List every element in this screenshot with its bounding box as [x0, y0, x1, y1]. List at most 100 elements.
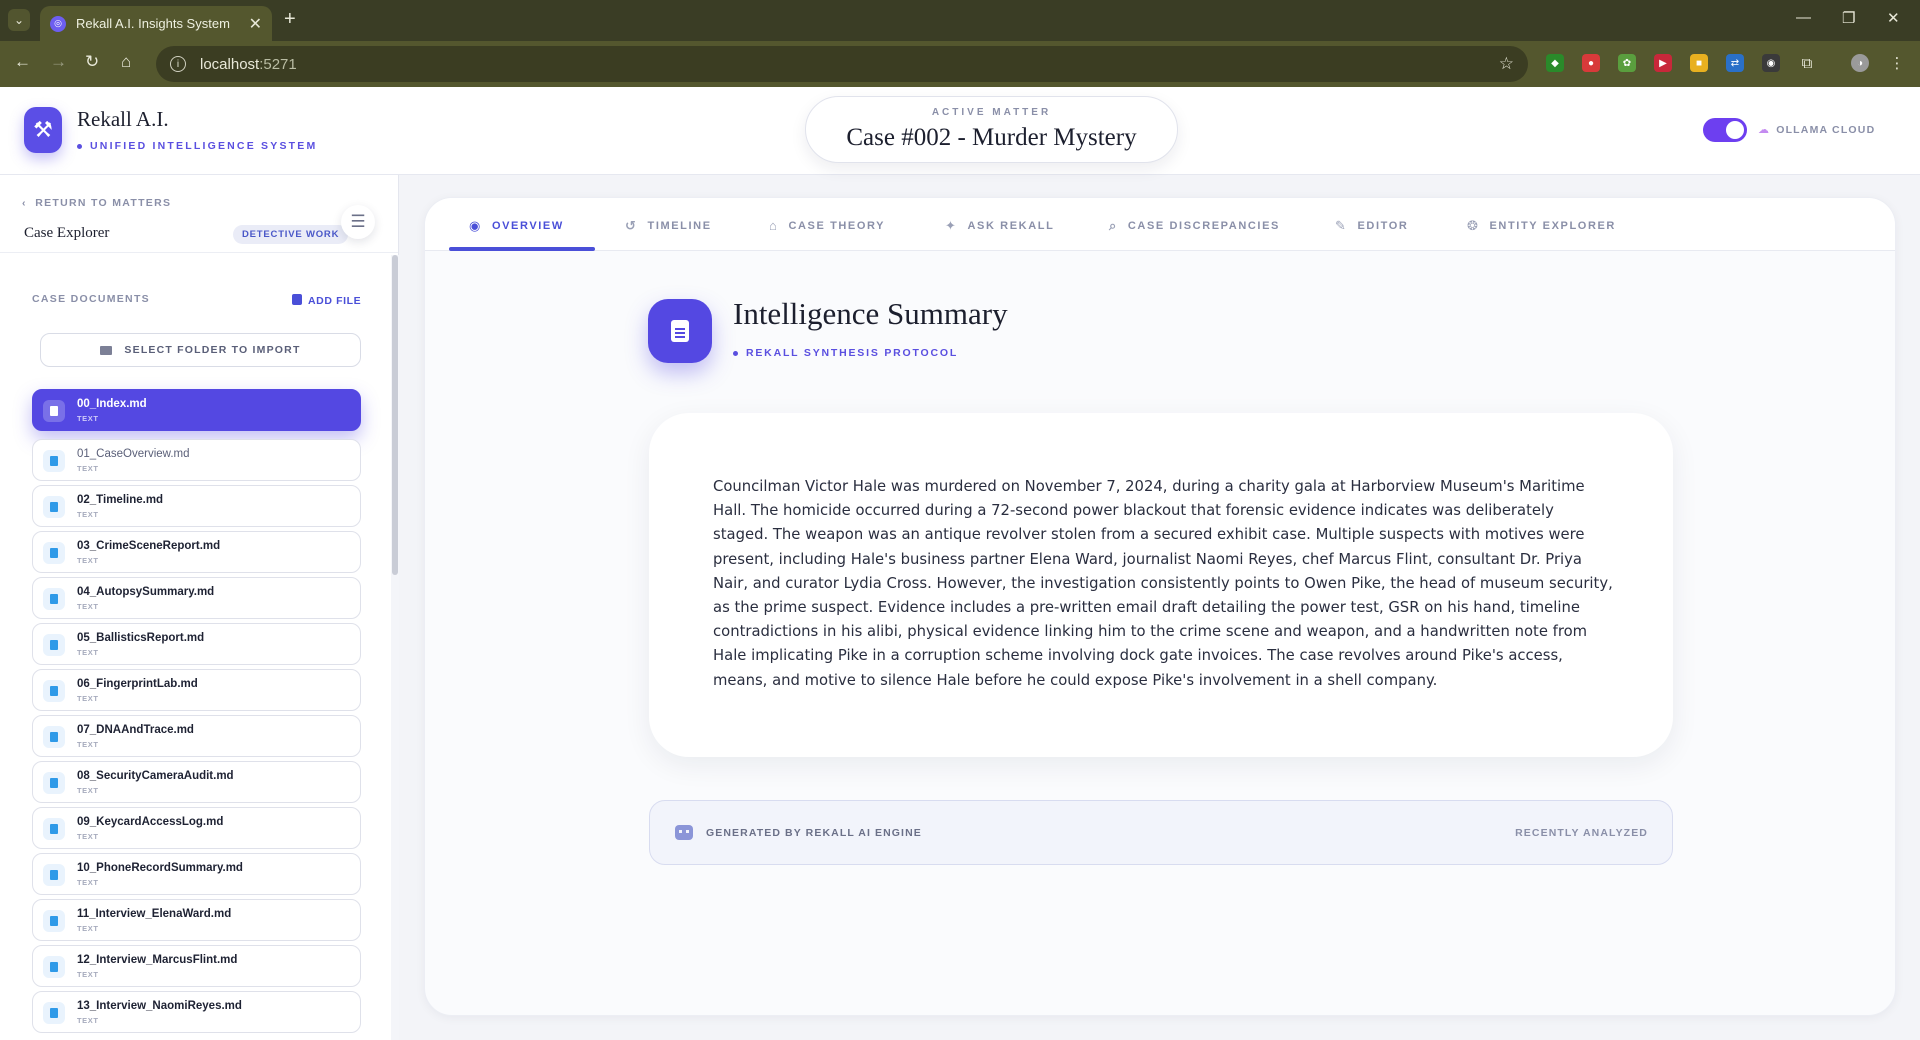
tab-editor[interactable]: ✎ EDITOR: [1335, 218, 1408, 234]
minimize-icon[interactable]: —: [1796, 9, 1811, 26]
file-icon: [43, 956, 65, 978]
tab-ask-rekall[interactable]: ✦ ASK REKALL: [945, 218, 1054, 234]
case-documents-label: CASE DOCUMENTS: [32, 293, 150, 305]
cloud-icon: ☁: [1758, 124, 1771, 136]
extensions-puzzle-icon[interactable]: ⧉: [1798, 54, 1816, 72]
file-item[interactable]: 10_PhoneRecordSummary.md TEXT: [32, 853, 361, 895]
summary-document-icon: [648, 299, 712, 363]
provider-label-text: OLLAMA CLOUD: [1776, 124, 1876, 136]
extension-icon[interactable]: ✿: [1618, 54, 1636, 72]
menu-collapse-icon: ☰: [350, 212, 366, 231]
file-item[interactable]: 03_CrimeSceneReport.md TEXT: [32, 531, 361, 573]
reload-icon[interactable]: ↻: [85, 52, 99, 72]
toggle-knob: [1726, 121, 1744, 139]
tab-case-discrepancies[interactable]: ⌕ CASE DISCREPANCIES: [1109, 218, 1280, 234]
file-type: TEXT: [77, 832, 99, 841]
tab-overview[interactable]: ◉ OVERVIEW: [469, 218, 564, 234]
sidebar-scrollbar[interactable]: [391, 255, 399, 1040]
back-icon[interactable]: ←: [14, 52, 31, 72]
summary-title: Intelligence Summary: [733, 296, 1008, 331]
extension-icon[interactable]: ◆: [1546, 54, 1564, 72]
new-tab-icon[interactable]: +: [284, 8, 296, 31]
file-icon: [43, 588, 65, 610]
case-explorer-sidebar: ‹ RETURN TO MATTERS Case Explorer DETECT…: [0, 175, 399, 1040]
file-name: 03_CrimeSceneReport.md: [77, 540, 221, 552]
file-name: 10_PhoneRecordSummary.md: [77, 862, 243, 874]
file-type: TEXT: [77, 786, 99, 795]
generated-by-label: GENERATED BY REKALL AI ENGINE: [706, 827, 922, 839]
chevron-left-icon: ‹: [22, 197, 36, 209]
file-item[interactable]: 05_BallisticsReport.md TEXT: [32, 623, 361, 665]
file-icon: [43, 910, 65, 932]
bookmark-star-icon[interactable]: ☆: [1499, 54, 1514, 74]
history-icon: ↺: [625, 218, 638, 233]
browser-menu-icon[interactable]: ⋮: [1888, 54, 1906, 72]
summary-subtitle: REKALL SYNTHESIS PROTOCOL: [733, 347, 958, 359]
address-bar[interactable]: i localhost:5271 ☆: [156, 46, 1528, 82]
tab-search-icon[interactable]: ⌄: [8, 9, 30, 31]
home-icon[interactable]: ⌂: [121, 52, 131, 72]
file-item[interactable]: 00_Index.md TEXT: [32, 389, 361, 431]
file-item[interactable]: 04_AutopsySummary.md TEXT: [32, 577, 361, 619]
tab-label: ASK REKALL: [967, 220, 1055, 232]
extension-icon[interactable]: ▶: [1654, 54, 1672, 72]
file-item[interactable]: 12_Interview_MarcusFlint.md TEXT: [32, 945, 361, 987]
select-folder-label: SELECT FOLDER TO IMPORT: [124, 344, 301, 356]
window-close-icon[interactable]: ✕: [1887, 9, 1900, 27]
file-icon: [43, 496, 65, 518]
robot-icon: [675, 825, 693, 840]
url-host: localhost: [200, 55, 260, 73]
tab-timeline[interactable]: ↺ TIMELINE: [625, 218, 712, 234]
tab-case-theory[interactable]: ⌂ CASE THEORY: [769, 218, 885, 233]
file-item[interactable]: 07_DNAAndTrace.md TEXT: [32, 715, 361, 757]
file-icon: [43, 450, 65, 472]
tab-entity-explorer[interactable]: ❂ ENTITY EXPLORER: [1467, 218, 1616, 234]
file-item[interactable]: 11_Interview_ElenaWard.md TEXT: [32, 899, 361, 941]
pencil-icon: ✎: [1335, 218, 1348, 233]
file-icon: [43, 542, 65, 564]
collapse-sidebar-button[interactable]: ☰: [341, 205, 375, 239]
tab-label: CASE THEORY: [788, 219, 886, 232]
extension-icon[interactable]: ⇄: [1726, 54, 1744, 72]
profile-avatar[interactable]: ◑: [1851, 54, 1869, 72]
add-file-button[interactable]: ADD FILE: [292, 294, 361, 307]
eye-icon: ◉: [469, 218, 482, 233]
forward-icon[interactable]: →: [50, 52, 67, 72]
extension-icon[interactable]: ◉: [1762, 54, 1780, 72]
sidebar-title: Case Explorer: [24, 225, 110, 241]
file-item[interactable]: 13_Interview_NaomiReyes.md TEXT: [32, 991, 361, 1033]
url-port: :5271: [259, 55, 297, 73]
site-info-icon[interactable]: i: [170, 56, 186, 72]
file-item[interactable]: 02_Timeline.md TEXT: [32, 485, 361, 527]
close-tab-icon[interactable]: ✕: [249, 14, 262, 34]
file-name: 12_Interview_MarcusFlint.md: [77, 954, 238, 966]
analysis-status: RECENTLY ANALYZED: [1515, 827, 1648, 839]
file-type: TEXT: [77, 602, 99, 611]
summary-text: Councilman Victor Hale was murdered on N…: [713, 478, 1613, 689]
browser-toolbar: ← → ↻ ⌂ i localhost:5271 ☆ ◆ ● ✿ ▶ ■ ⇄ ◉…: [0, 41, 1920, 87]
app-header: ⚒ Rekall A.I. UNIFIED INTELLIGENCE SYSTE…: [0, 87, 1920, 175]
active-matter-pill[interactable]: ACTIVE MATTER Case #002 - Murder Mystery: [805, 96, 1178, 163]
select-folder-button[interactable]: SELECT FOLDER TO IMPORT: [40, 333, 361, 367]
file-name: 01_CaseOverview.md: [77, 448, 190, 460]
extension-icon[interactable]: ■: [1690, 54, 1708, 72]
active-matter-title: Case #002 - Murder Mystery: [846, 124, 1137, 151]
return-to-matters-link[interactable]: ‹ RETURN TO MATTERS: [22, 197, 171, 209]
file-item[interactable]: 08_SecurityCameraAudit.md TEXT: [32, 761, 361, 803]
search-icon: ⌕: [1109, 218, 1118, 233]
file-plus-icon: [292, 294, 302, 305]
browser-tab[interactable]: ◎ Rekall A.I. Insights System ✕: [40, 6, 272, 41]
active-matter-label: ACTIVE MATTER: [931, 107, 1052, 118]
restore-icon[interactable]: ❐: [1842, 9, 1855, 27]
file-item[interactable]: 01_CaseOverview.md TEXT: [32, 439, 361, 481]
file-item[interactable]: 09_KeycardAccessLog.md TEXT: [32, 807, 361, 849]
provider-toggle[interactable]: [1703, 118, 1747, 142]
extension-icon[interactable]: ●: [1582, 54, 1600, 72]
file-item[interactable]: 06_FingerprintLab.md TEXT: [32, 669, 361, 711]
file-name: 06_FingerprintLab.md: [77, 678, 198, 690]
app-subtitle: UNIFIED INTELLIGENCE SYSTEM: [77, 140, 317, 152]
file-name: 05_BallisticsReport.md: [77, 632, 205, 644]
file-type: TEXT: [77, 464, 99, 473]
file-type: TEXT: [77, 510, 99, 519]
scrollbar-thumb[interactable]: [392, 255, 398, 575]
